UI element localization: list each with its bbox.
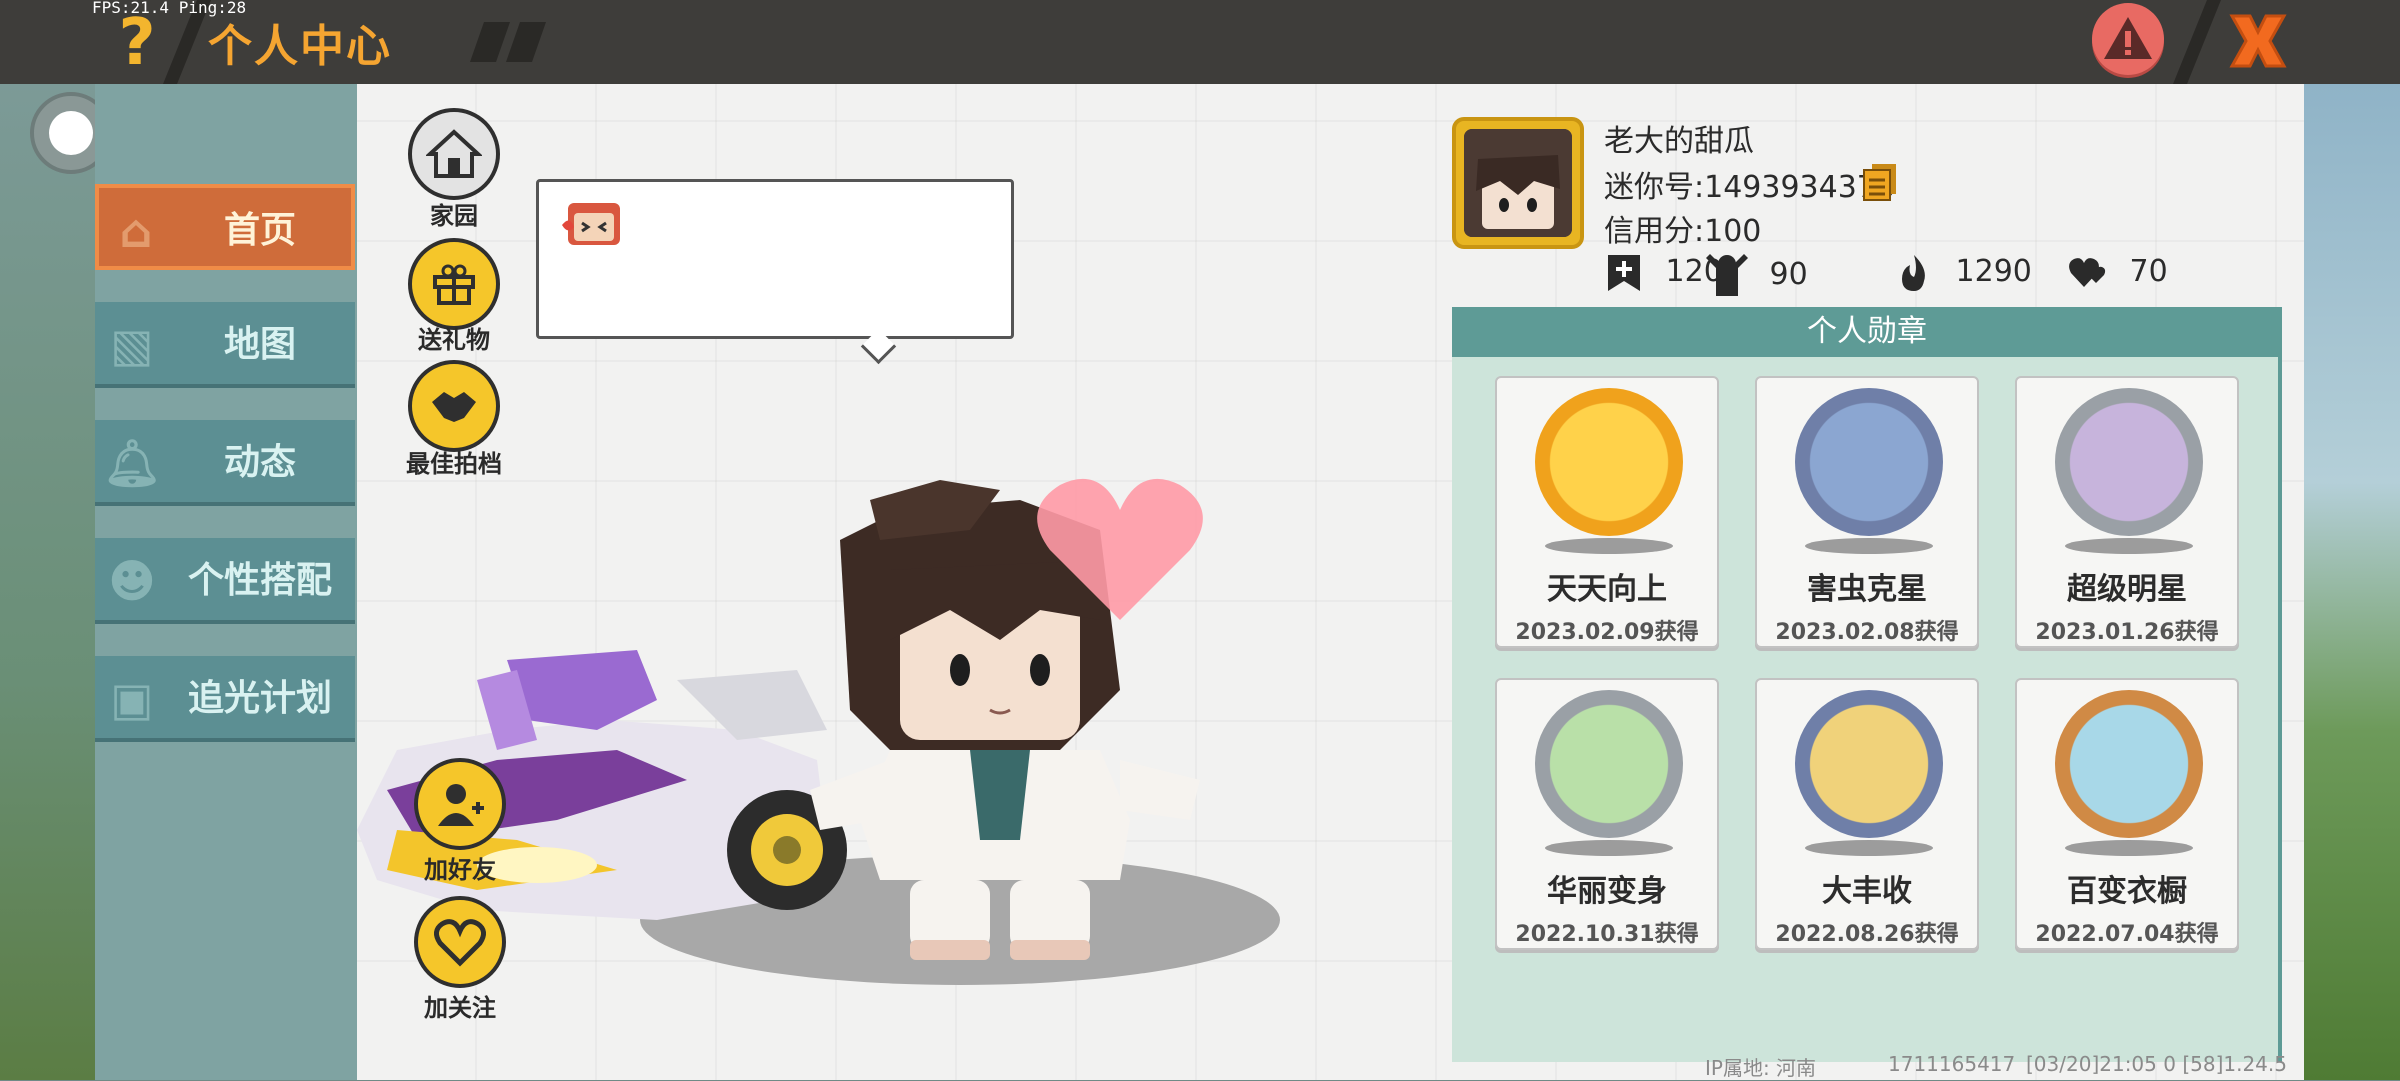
stat-likes: 70	[2068, 250, 2168, 294]
background-scene-left	[0, 84, 95, 1080]
medal-date: 2022.07.04获得	[2035, 922, 2219, 947]
background-scene-right	[2302, 84, 2400, 1080]
medal-badge-icon	[1795, 690, 1943, 838]
heart-emote-icon	[1037, 478, 1203, 620]
version-timestamp: [03/20]21:05 0 [58]1.24.5	[2026, 1052, 2287, 1076]
avatar[interactable]	[1452, 117, 1584, 249]
medal-section-title: 个人勋章	[1452, 307, 2282, 357]
home-label: 家园	[430, 202, 478, 230]
copy-icon[interactable]	[1862, 162, 1898, 202]
question-mark-icon[interactable]: ?	[112, 8, 162, 78]
stat-fans-value: 90	[1769, 256, 1808, 292]
stat-heat: 1290	[1894, 250, 2032, 294]
handshake-icon	[432, 392, 476, 422]
medal-name: 大丰收	[1822, 874, 1912, 909]
sidebar-item-plan[interactable]: ▣ 追光计划	[95, 656, 355, 742]
medal-date: 2023.01.26获得	[2035, 620, 2219, 645]
follow-button[interactable]	[414, 896, 506, 988]
medal-name: 华丽变身	[1547, 874, 1667, 909]
medal-date: 2023.02.08获得	[1775, 620, 1959, 645]
medal-badge-icon	[2055, 388, 2203, 536]
medal-name: 百变衣橱	[2067, 874, 2187, 909]
partner-button[interactable]	[408, 360, 500, 452]
user-uid: 1711165417	[1888, 1052, 2016, 1076]
hearts-icon	[2069, 257, 2106, 287]
add-friend-icon	[438, 784, 484, 826]
emote-sticker-icon	[562, 203, 620, 245]
sidebar-item-label: 地图	[223, 324, 296, 365]
stat-fans: 90	[1702, 250, 1808, 296]
house-icon	[426, 129, 482, 178]
gift-button[interactable]	[408, 238, 500, 330]
sidebar-item-outfit[interactable]: ☻ 个性搭配	[95, 538, 355, 624]
bookmark-plus-icon	[1608, 254, 1640, 291]
medal-card[interactable]: 华丽变身 2022.10.31获得	[1495, 678, 1719, 950]
bell-icon: 🔔︎	[103, 436, 162, 490]
sidebar: ⌂ 首页 ▧ 地图 🔔︎ 动态 ☻ 个性搭配 ▣ 追光计划	[95, 84, 357, 1080]
stat-heat-value: 1290	[1955, 254, 2032, 289]
decor-stripes	[470, 22, 546, 62]
medal-card[interactable]: 害虫克星 2023.02.08获得	[1755, 376, 1979, 648]
plan-icon: ▣	[110, 672, 154, 726]
partner-label: 最佳拍档	[406, 450, 502, 478]
follow-label: 加关注	[424, 994, 496, 1022]
medal-card[interactable]: 天天向上 2023.02.09获得	[1495, 376, 1719, 648]
sidebar-item-label: 追光计划	[187, 678, 332, 719]
fans-icon	[1706, 254, 1748, 296]
sidebar-item-label: 首页	[223, 210, 296, 251]
heart-icon	[434, 919, 486, 967]
home-button[interactable]	[408, 108, 500, 200]
profile-name: 老大的甜瓜	[1604, 124, 1754, 159]
stat-likes-value: 70	[2129, 254, 2168, 289]
mini-id: 迷你号:1493934376	[1604, 170, 1895, 205]
close-x-icon[interactable]	[2218, 6, 2298, 76]
sidebar-item-map[interactable]: ▧ 地图	[95, 302, 355, 388]
character-icon: ☻	[108, 554, 156, 608]
medal-badge-icon	[1535, 690, 1683, 838]
medal-name: 害虫克星	[1807, 572, 1927, 607]
house-icon: ⌂	[119, 204, 153, 258]
add-friend-button[interactable]	[414, 758, 506, 850]
medal-badge-icon	[2055, 690, 2203, 838]
medal-card[interactable]: 大丰收 2022.08.26获得	[1755, 678, 1979, 950]
sidebar-item-home[interactable]: ⌂ 首页	[95, 184, 355, 270]
flame-icon	[1902, 254, 1925, 291]
medal-badge-icon	[1795, 388, 1943, 536]
medal-card[interactable]: 百变衣橱 2022.07.04获得	[2015, 678, 2239, 950]
credit-score: 信用分:100	[1604, 214, 1762, 249]
medal-card[interactable]: 超级明星 2023.01.26获得	[2015, 376, 2239, 648]
gift-icon	[433, 264, 475, 305]
medal-name: 超级明星	[2067, 572, 2187, 607]
warning-icon[interactable]	[2092, 3, 2164, 75]
medal-date: 2022.10.31获得	[1515, 922, 1699, 947]
add-friend-label: 加好友	[424, 856, 496, 884]
medal-name: 天天向上	[1547, 572, 1667, 607]
ip-location: IP属地: 河南	[1705, 1056, 1817, 1080]
sidebar-item-label: 动态	[223, 442, 296, 483]
sidebar-item-feed[interactable]: 🔔︎ 动态	[95, 420, 355, 506]
medal-badge-icon	[1535, 388, 1683, 536]
medal-date: 2023.02.09获得	[1515, 620, 1699, 645]
gift-label: 送礼物	[418, 326, 490, 354]
map-icon: ▧	[110, 318, 154, 372]
page-title: 个人中心	[208, 21, 392, 72]
sidebar-item-label: 个性搭配	[187, 560, 332, 601]
medal-date: 2022.08.26获得	[1775, 922, 1959, 947]
